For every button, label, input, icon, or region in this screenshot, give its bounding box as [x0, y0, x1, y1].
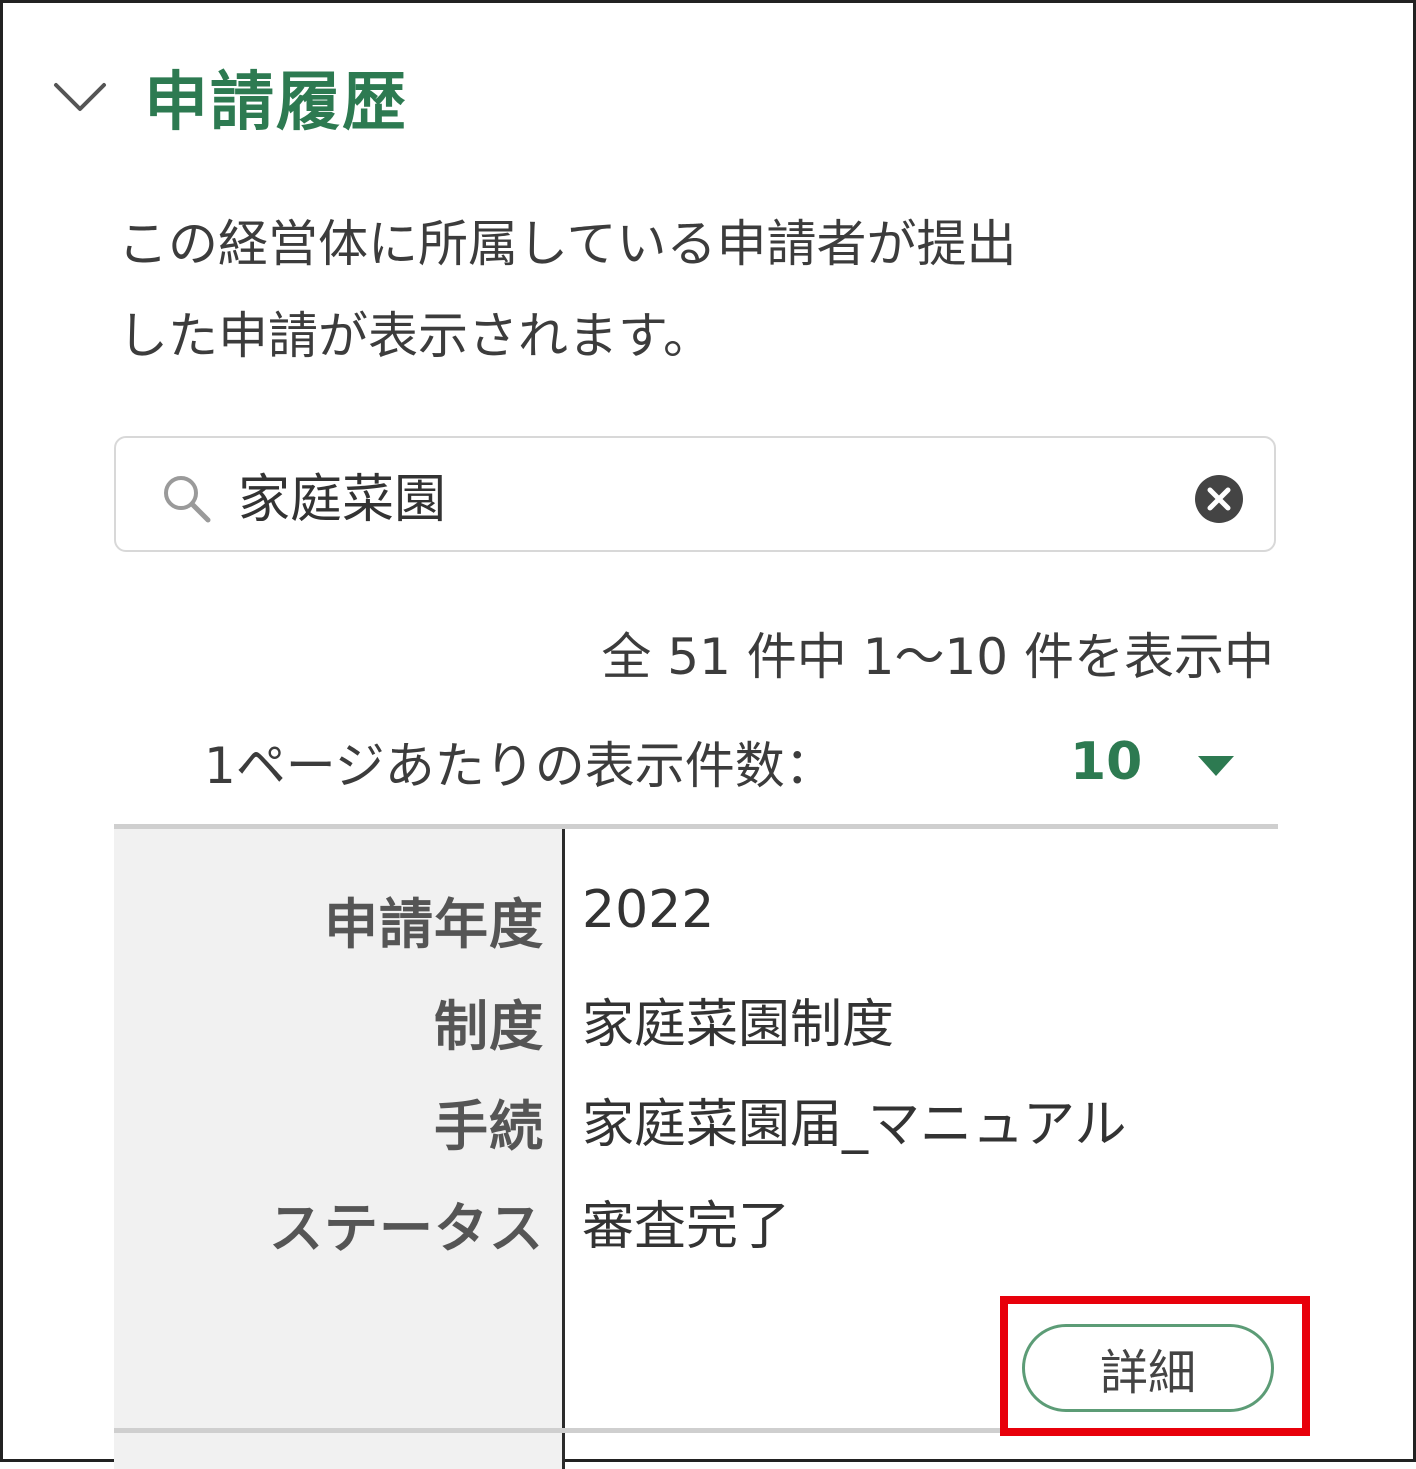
description-line-1: この経営体に所属している申請者が提出 — [118, 215, 1017, 273]
field-label-year: 申請年度 — [324, 893, 544, 956]
section-title: 申請履歴 — [144, 66, 408, 140]
per-page-row: 1ページあたりの表示件数： 10 — [204, 724, 1234, 800]
per-page-value[interactable]: 10 — [1070, 732, 1142, 792]
field-value-system: 家庭菜園制度 — [582, 995, 895, 1055]
detail-button[interactable]: 詳細 — [1022, 1324, 1274, 1412]
description-line-2: した申請が表示されます。 — [118, 307, 713, 365]
section-description: この経営体に所属している申請者が提出 した申請が表示されます。 — [118, 198, 1288, 382]
caret-down-icon[interactable] — [1196, 754, 1236, 778]
field-label-procedure: 手続 — [434, 1095, 544, 1158]
application-record: 申請年度 2022 制度 家庭菜園制度 手続 家庭菜園届_マニュアル ステータス… — [114, 824, 1278, 1469]
result-count: 全 51 件中 1～10 件を表示中 — [601, 628, 1274, 686]
field-label-system: 制度 — [434, 995, 544, 1058]
field-label-status: ステータス — [269, 1197, 544, 1260]
search-box[interactable] — [114, 436, 1276, 552]
field-value-status: 審査完了 — [582, 1197, 791, 1257]
field-value-year: 2022 — [582, 880, 715, 940]
search-icon — [160, 472, 212, 524]
section-toggle[interactable]: 申請履歴 — [52, 52, 408, 142]
column-divider — [562, 829, 565, 1469]
clear-search-icon[interactable] — [1194, 474, 1244, 524]
per-page-label: 1ページあたりの表示件数： — [204, 737, 835, 795]
field-value-procedure: 家庭菜園届_マニュアル — [582, 1095, 1127, 1155]
chevron-down-icon[interactable] — [52, 77, 108, 117]
record-bottom-divider — [114, 1428, 1278, 1433]
search-input[interactable] — [238, 452, 1178, 536]
per-page-select[interactable]: 10 — [1070, 724, 1246, 800]
